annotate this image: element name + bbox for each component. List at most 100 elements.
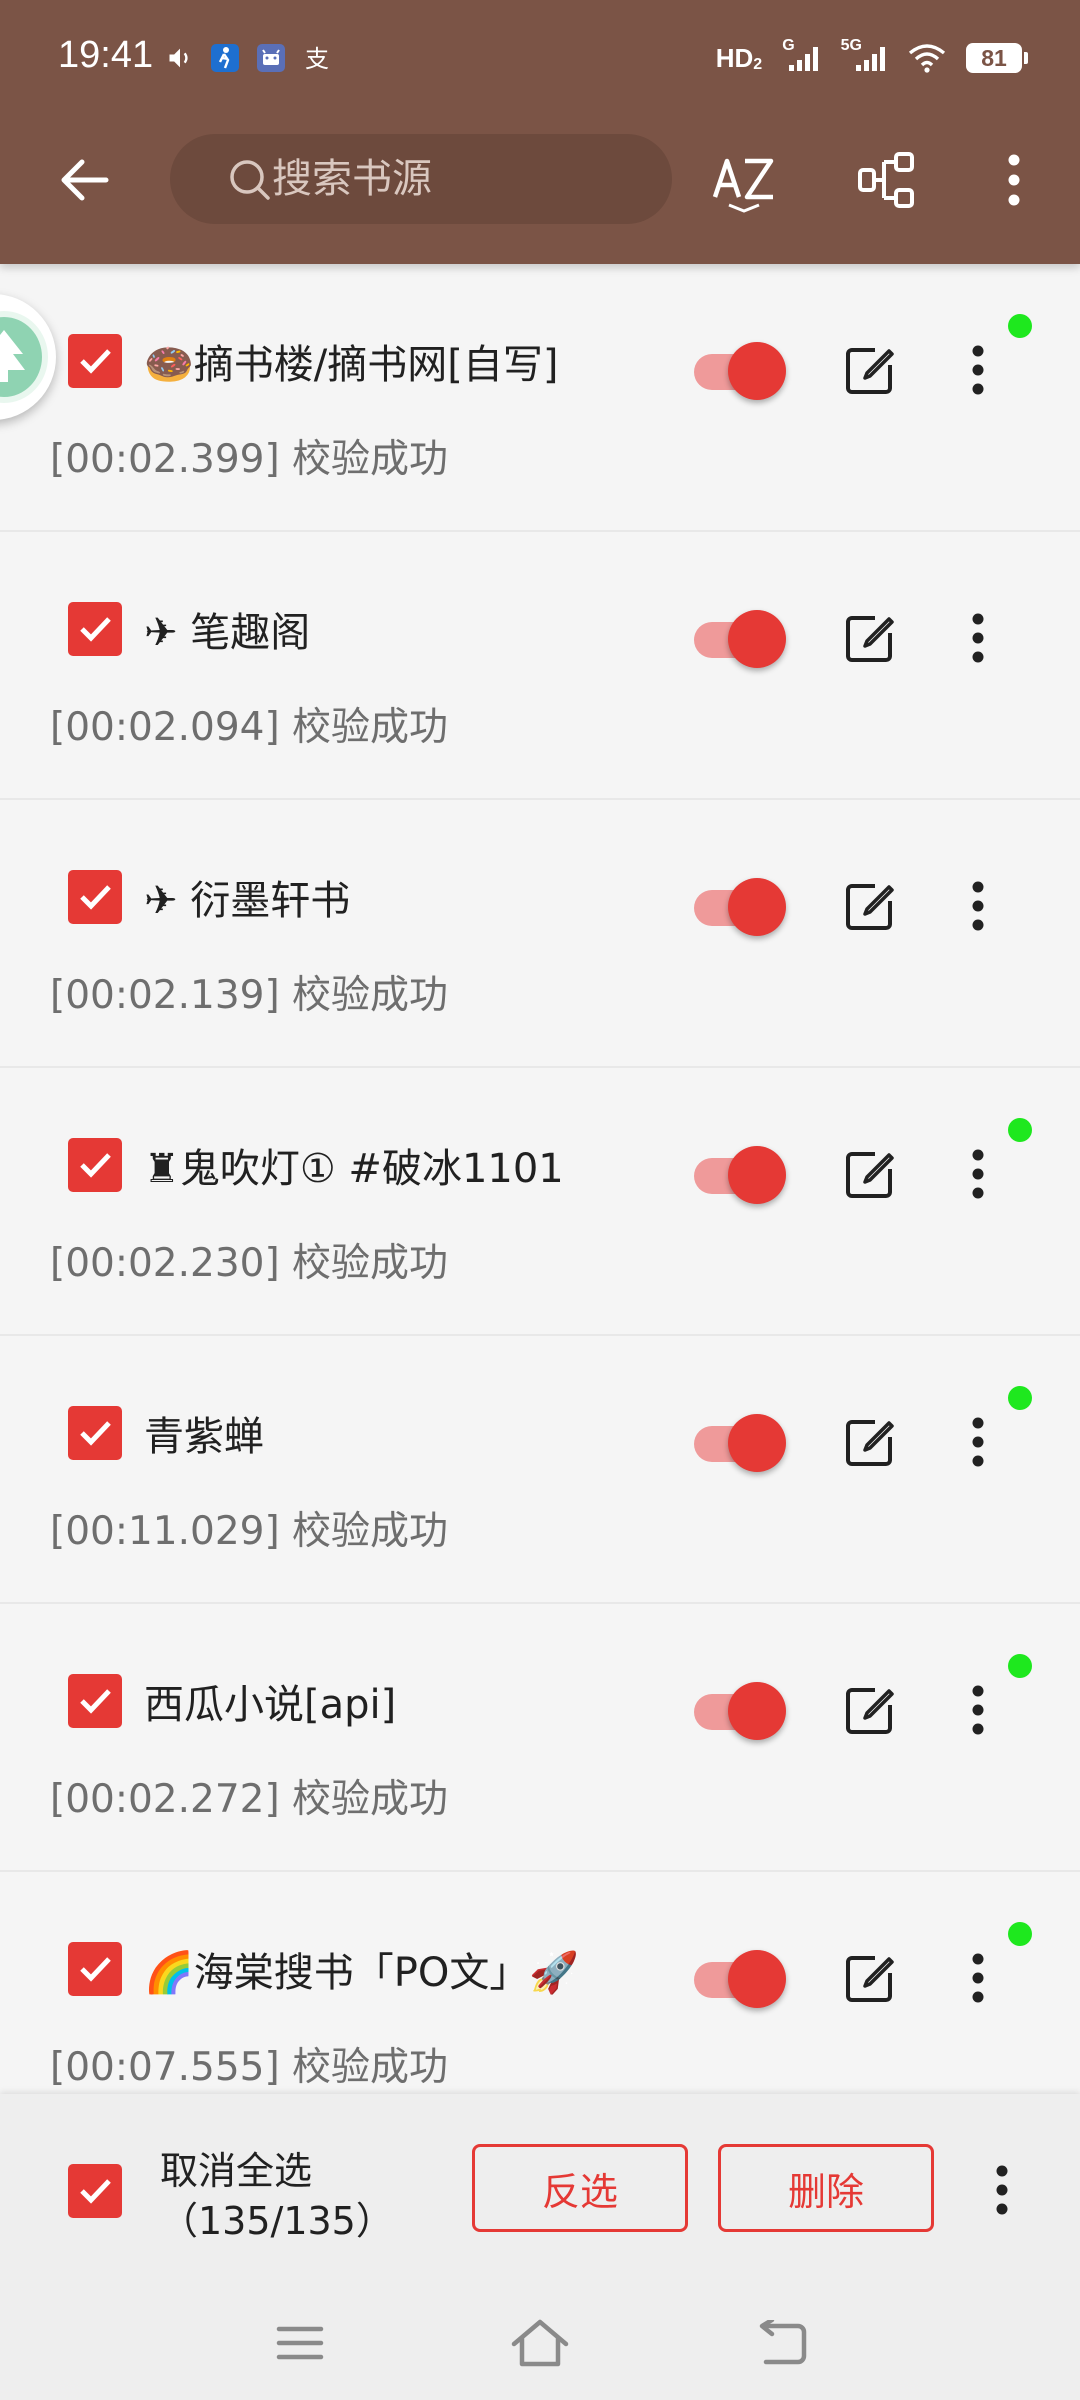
online-dot [1008, 1922, 1032, 1946]
item-checkbox[interactable] [68, 602, 122, 656]
edit-icon [846, 616, 894, 662]
list-item[interactable]: 🍩摘书楼/摘书网[自写] [00:02.399] 校验成功 [0, 264, 1080, 532]
item-checkbox[interactable] [68, 1138, 122, 1192]
item-more-button[interactable] [950, 1410, 1006, 1474]
android-app-icon [256, 43, 286, 73]
source-status: [00:02.230] 校验成功 [50, 1241, 449, 1286]
pedometer-app-icon [210, 43, 240, 73]
status-icons-right: HD 2 G 5G 81 [716, 37, 1028, 78]
enable-switch[interactable] [690, 1948, 790, 2008]
online-dot [1008, 1654, 1032, 1678]
selection-count: （135/135） [160, 2199, 394, 2243]
edit-button[interactable] [840, 1680, 900, 1740]
status-time: 19:41 [58, 34, 154, 76]
item-more-button[interactable] [950, 338, 1006, 402]
nav-home-button[interactable] [500, 2308, 580, 2378]
signal-icon: G [782, 37, 820, 73]
search-box[interactable] [170, 134, 672, 224]
item-checkbox[interactable] [68, 1942, 122, 1996]
wifi-icon [908, 43, 946, 73]
source-list: 🍩摘书楼/摘书网[自写] [00:02.399] 校验成功 ✈ 笔趣阁 [00:… [0, 264, 1080, 2094]
more-vert-icon [972, 1149, 984, 1199]
item-checkbox[interactable] [68, 870, 122, 924]
source-status: [00:02.094] 校验成功 [50, 705, 449, 750]
edit-button[interactable] [840, 1412, 900, 1472]
alipay-icon: 支 [302, 43, 332, 73]
item-checkbox[interactable] [68, 1674, 122, 1728]
overflow-menu-button[interactable] [974, 140, 1054, 220]
battery-indicator: 81 [966, 43, 1028, 73]
more-vert-icon [972, 881, 984, 931]
status-icons-left: 支 [166, 40, 332, 76]
select-all-label[interactable]: 取消全选 [160, 2140, 312, 2195]
item-more-button[interactable] [950, 1142, 1006, 1206]
system-nav-bar [0, 2288, 1080, 2400]
enable-switch[interactable] [690, 340, 790, 400]
app-header: 19:41 支 HD 2 G 5G 81 [0, 0, 1080, 264]
list-item[interactable]: 🌈海棠搜书「PO文」🚀 [00:07.555] 校验成功 [0, 1872, 1080, 2094]
search-input[interactable] [272, 156, 632, 202]
enable-switch[interactable] [690, 1412, 790, 1472]
source-status: [00:02.399] 校验成功 [50, 437, 449, 482]
sort-button[interactable] [704, 140, 784, 220]
enable-switch[interactable] [690, 1144, 790, 1204]
source-status: [00:11.029] 校验成功 [50, 1509, 449, 1554]
list-item[interactable]: 青紫蝉 [00:11.029] 校验成功 [0, 1336, 1080, 1604]
enable-switch[interactable] [690, 876, 790, 936]
menu-icon [276, 2326, 324, 2360]
invert-selection-button[interactable]: 反选 [472, 2144, 688, 2232]
delete-button[interactable]: 删除 [718, 2144, 934, 2232]
online-dot [1008, 1118, 1032, 1142]
edit-button[interactable] [840, 608, 900, 668]
source-name: 🌈海棠搜书「PO文」🚀 [144, 1950, 580, 1996]
edit-icon [846, 884, 894, 930]
item-more-button[interactable] [950, 1946, 1006, 2010]
more-vert-icon [972, 345, 984, 395]
svg-text:支: 支 [305, 45, 329, 73]
item-more-button[interactable] [950, 1678, 1006, 1742]
list-item[interactable]: ✈ 衍墨轩书 [00:02.139] 校验成功 [0, 800, 1080, 1068]
edit-icon [846, 1152, 894, 1198]
select-all-checkbox[interactable] [68, 2164, 122, 2218]
item-more-button[interactable] [950, 606, 1006, 670]
item-more-button[interactable] [950, 874, 1006, 938]
group-button[interactable] [848, 140, 928, 220]
edit-icon [846, 1420, 894, 1466]
tree-icon [0, 311, 48, 403]
nav-back-button[interactable] [740, 2308, 820, 2378]
back-icon [759, 2320, 807, 2365]
check-icon [80, 1957, 111, 1982]
source-name: ✈ 笔趣阁 [144, 610, 311, 656]
search-icon [230, 160, 270, 200]
source-name: 🍩摘书楼/摘书网[自写] [144, 342, 559, 388]
list-item[interactable]: ♜鬼吹灯① #破冰1101 [00:02.230] 校验成功 [0, 1068, 1080, 1336]
list-item[interactable]: ✈ 笔趣阁 [00:02.094] 校验成功 [0, 532, 1080, 800]
source-status: [00:07.555] 校验成功 [50, 2045, 449, 2090]
item-checkbox[interactable] [68, 334, 122, 388]
volume-icon [166, 44, 194, 72]
enable-switch[interactable] [690, 608, 790, 668]
edit-icon [846, 348, 894, 394]
edit-icon [846, 1956, 894, 2002]
edit-button[interactable] [840, 340, 900, 400]
item-checkbox[interactable] [68, 1406, 122, 1460]
back-button[interactable] [52, 148, 116, 212]
check-icon [80, 1153, 111, 1178]
edit-button[interactable] [840, 1144, 900, 1204]
source-status: [00:02.272] 校验成功 [50, 1777, 449, 1822]
more-vert-icon [1008, 154, 1020, 206]
home-icon [511, 2319, 569, 2367]
enable-switch[interactable] [690, 1680, 790, 1740]
bottom-more-button[interactable] [972, 2158, 1032, 2222]
online-dot [1008, 314, 1032, 338]
list-item[interactable]: 西瓜小说[api] [00:02.272] 校验成功 [0, 1604, 1080, 1872]
signal-5g-icon: 5G [841, 37, 888, 73]
edit-button[interactable] [840, 1948, 900, 2008]
nav-menu-button[interactable] [260, 2308, 340, 2378]
online-dot [1008, 1386, 1032, 1410]
more-vert-icon [972, 1953, 984, 2003]
check-icon [80, 885, 111, 910]
check-icon [80, 617, 111, 642]
selection-action-bar: 取消全选 （135/135） 反选 删除 [0, 2094, 1080, 2288]
edit-button[interactable] [840, 876, 900, 936]
